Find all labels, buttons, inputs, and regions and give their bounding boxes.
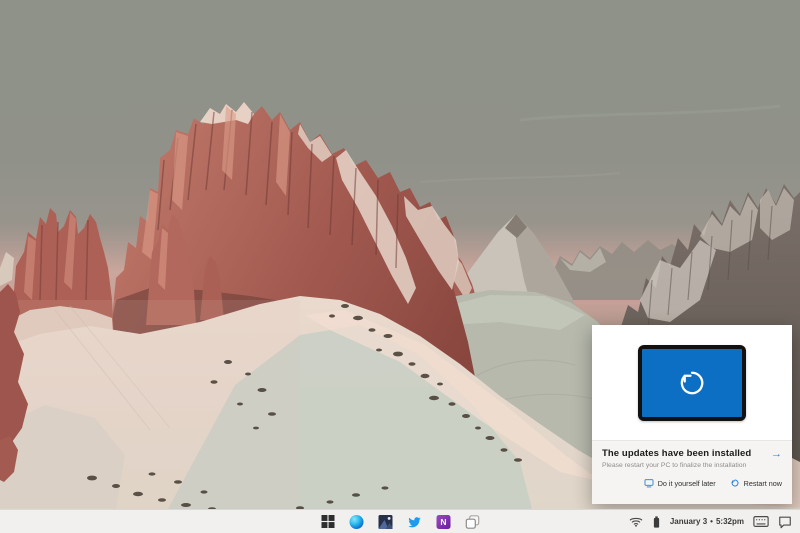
taskbar-app-icons: N <box>318 510 483 533</box>
clock-separator: • <box>710 517 713 526</box>
twitter-bird-icon <box>408 515 422 529</box>
taskbar-clock[interactable]: January 3 • 5:32pm <box>670 517 744 526</box>
tablet-screen <box>642 349 742 417</box>
clock-date: January 3 <box>670 517 707 526</box>
do-it-later-button[interactable]: Do it yourself later <box>644 478 716 488</box>
taskbar-onenote-button[interactable]: N <box>434 510 454 533</box>
toast-hero-image <box>592 325 792 440</box>
action-center-icon[interactable] <box>778 515 792 529</box>
battery-icon[interactable] <box>652 515 661 529</box>
overlapping-windows-icon <box>466 515 480 529</box>
refresh-icon <box>730 478 740 488</box>
update-notification-toast[interactable]: The updates have been installed → Please… <box>592 325 792 504</box>
windows-logo-icon <box>321 515 334 528</box>
taskbar-edge-button[interactable] <box>347 510 367 533</box>
system-tray: January 3 • 5:32pm <box>629 510 792 533</box>
wifi-icon[interactable] <box>629 516 643 527</box>
toast-body: The updates have been installed → Please… <box>592 440 792 504</box>
do-it-later-label: Do it yourself later <box>658 479 716 488</box>
edge-icon <box>350 515 364 529</box>
touch-keyboard-icon[interactable] <box>753 515 769 528</box>
toast-title: The updates have been installed <box>602 448 751 459</box>
monitor-icon <box>644 478 654 488</box>
right-arrow-icon[interactable]: → <box>771 449 782 459</box>
restart-now-label: Restart now <box>744 479 782 488</box>
taskbar-twitter-button[interactable] <box>405 510 425 533</box>
taskbar-photos-button[interactable] <box>376 510 396 533</box>
restart-arrow-icon <box>675 366 709 400</box>
photos-icon <box>379 515 393 529</box>
clock-time: 5:32pm <box>716 517 744 526</box>
start-button[interactable] <box>318 510 338 533</box>
restart-now-button[interactable]: Restart now <box>730 478 782 488</box>
taskbar: N <box>0 509 800 533</box>
onenote-icon: N <box>437 515 451 529</box>
toast-subtitle: Please restart your PC to finalize the i… <box>602 462 782 469</box>
desktop: The updates have been installed → Please… <box>0 0 800 533</box>
taskbar-overlap-windows-button[interactable] <box>463 510 483 533</box>
tablet-illustration <box>638 345 746 421</box>
